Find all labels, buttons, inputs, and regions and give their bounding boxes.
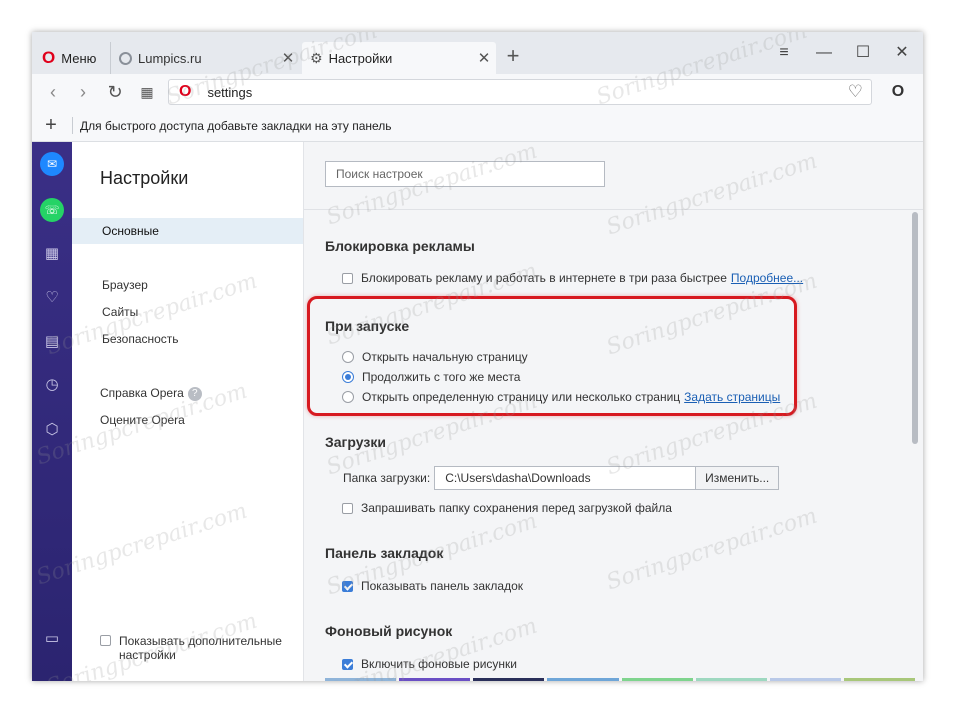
gear-icon: ⚙: [310, 49, 323, 66]
speed-dial-icon[interactable]: ▦: [40, 242, 64, 266]
tab-settings-label: Настройки: [328, 50, 393, 66]
news-icon[interactable]: ▤: [40, 330, 64, 354]
show-bookmarks-checkbox[interactable]: [342, 580, 353, 592]
nav-item-browser[interactable]: Браузер: [72, 272, 303, 298]
wallpaper-label: Включить фоновые рисунки: [361, 657, 517, 671]
new-tab-button[interactable]: +: [502, 44, 524, 70]
search-input[interactable]: Поиск настроек: [325, 161, 605, 187]
heart-icon[interactable]: ♡: [40, 286, 64, 310]
wallpaper-thumbnail[interactable]: [769, 678, 841, 681]
ask-folder-label: Запрашивать папку сохранения перед загру…: [361, 501, 672, 515]
wallpaper-thumbnail[interactable]: [621, 678, 693, 681]
extensions-cube-icon[interactable]: ⬡: [40, 418, 64, 442]
wallpaper-thumbnail[interactable]: [325, 678, 397, 681]
wallpaper-thumbnail[interactable]: [843, 678, 915, 681]
browser-window: O Меню Lumpics.ru ✕ ⚙ Настройки ✕ + ≡ — …: [32, 32, 923, 681]
advanced-checkbox[interactable]: [100, 635, 111, 646]
tab-close-icon[interactable]: ✕: [472, 49, 496, 67]
address-input[interactable]: settings: [207, 85, 847, 100]
tab-strip: O Меню Lumpics.ru ✕ ⚙ Настройки ✕ + ≡ — …: [32, 32, 923, 74]
bookmarks-panel-title: Панель закладок: [325, 545, 444, 561]
nav-item-help[interactable]: Справка Opera?: [72, 380, 303, 406]
show-bookmarks-label: Показывать панель закладок: [361, 579, 524, 593]
wallpaper-thumbnails: [325, 678, 915, 681]
reload-button[interactable]: ↻: [102, 80, 128, 104]
download-folder-field[interactable]: C:\Users\dasha\Downloads: [434, 466, 697, 490]
advanced-settings-toggle[interactable]: Показывать дополнительные настройки: [100, 634, 300, 662]
wallpaper-thumbnail[interactable]: [547, 678, 619, 681]
address-toolbar: ‹ › ↻ ▦ O settings ♡ O: [32, 74, 923, 110]
bookmarks-bar: + Для быстрого доступа добавьте закладки…: [32, 110, 923, 142]
adblock-more-link[interactable]: Подробнее...: [731, 271, 803, 285]
tab-lumpics[interactable]: Lumpics.ru ✕: [110, 42, 300, 74]
sidebar-panel-icon[interactable]: ▭: [40, 627, 64, 651]
download-folder-row: Папка загрузки: C:\Users\dasha\Downloads…: [343, 466, 780, 490]
bookmarks-bar-hint: Для быстрого доступа добавьте закладки н…: [80, 119, 392, 133]
opera-sidebar: ✉ ☏ ▦ ♡ ▤ ◷ ⬡ ▭: [32, 142, 72, 681]
minimize-button[interactable]: —: [806, 42, 842, 64]
ask-folder-checkbox[interactable]: [342, 502, 353, 514]
page-title: Настройки: [100, 168, 189, 188]
adblock-row: Блокировать рекламу и работать в интерне…: [342, 271, 803, 285]
opera-logo-icon: O: [42, 48, 56, 67]
adblock-label: Блокировать рекламу и работать в интерне…: [361, 271, 727, 285]
nav-item-rate[interactable]: Оцените Opera: [72, 407, 303, 433]
nav-item-sites[interactable]: Сайты: [72, 299, 303, 325]
wallpaper-thumbnail[interactable]: [695, 678, 767, 681]
scrollbar[interactable]: [912, 212, 918, 444]
add-bookmark-button[interactable]: +: [40, 114, 62, 136]
maximize-button[interactable]: ☐: [845, 42, 881, 64]
address-bar[interactable]: O settings ♡: [168, 79, 872, 105]
ask-folder-row: Запрашивать папку сохранения перед загру…: [342, 501, 672, 515]
opera-logo-icon: O: [179, 83, 192, 100]
history-clock-icon[interactable]: ◷: [40, 373, 64, 397]
speed-dial-icon[interactable]: ▦: [134, 80, 160, 104]
help-icon: ?: [187, 386, 202, 401]
wallpaper-title: Фоновый рисунок: [325, 623, 453, 639]
divider: [304, 209, 923, 210]
change-folder-button[interactable]: Изменить...: [695, 466, 780, 490]
adblock-title: Блокировка рекламы: [325, 238, 475, 254]
show-bookmarks-row: Показывать панель закладок: [342, 579, 523, 593]
tab-menu-icon[interactable]: ≡: [766, 42, 802, 64]
close-window-button[interactable]: ✕: [884, 42, 920, 64]
downloads-title: Загрузки: [325, 434, 386, 450]
divider: [72, 117, 73, 134]
highlight-box: [307, 296, 797, 416]
tab-close-icon[interactable]: ✕: [276, 49, 300, 67]
back-button[interactable]: ‹: [40, 80, 66, 104]
advanced-label: Показывать дополнительные настройки: [119, 634, 282, 662]
opera-account-icon[interactable]: O: [885, 80, 911, 104]
whatsapp-icon[interactable]: ☏: [40, 198, 64, 222]
wallpaper-thumbnail[interactable]: [399, 678, 471, 681]
messenger-icon[interactable]: ✉: [40, 152, 64, 176]
settings-content: Поиск настроек Блокировка рекламы Блокир…: [304, 142, 923, 681]
page-favicon-icon: [119, 51, 132, 65]
wallpaper-checkbox[interactable]: [342, 658, 353, 670]
heart-bookmark-icon[interactable]: ♡: [848, 82, 863, 102]
download-folder-label: Папка загрузки:: [343, 471, 431, 485]
nav-item-basic[interactable]: Основные: [72, 218, 303, 244]
tab-lumpics-label: Lumpics.ru: [138, 50, 202, 66]
menu-label: Меню: [61, 50, 97, 66]
help-label: Справка Opera: [100, 386, 184, 400]
tab-settings[interactable]: ⚙ Настройки ✕: [302, 42, 496, 74]
nav-item-security[interactable]: Безопасность: [72, 326, 303, 352]
forward-button[interactable]: ›: [70, 80, 96, 104]
wallpaper-row: Включить фоновые рисунки: [342, 657, 517, 671]
settings-nav: Настройки Основные Браузер Сайты Безопас…: [72, 142, 304, 681]
adblock-checkbox[interactable]: [342, 272, 353, 284]
wallpaper-thumbnail[interactable]: [473, 678, 545, 681]
opera-menu-button[interactable]: O Меню: [32, 42, 110, 74]
